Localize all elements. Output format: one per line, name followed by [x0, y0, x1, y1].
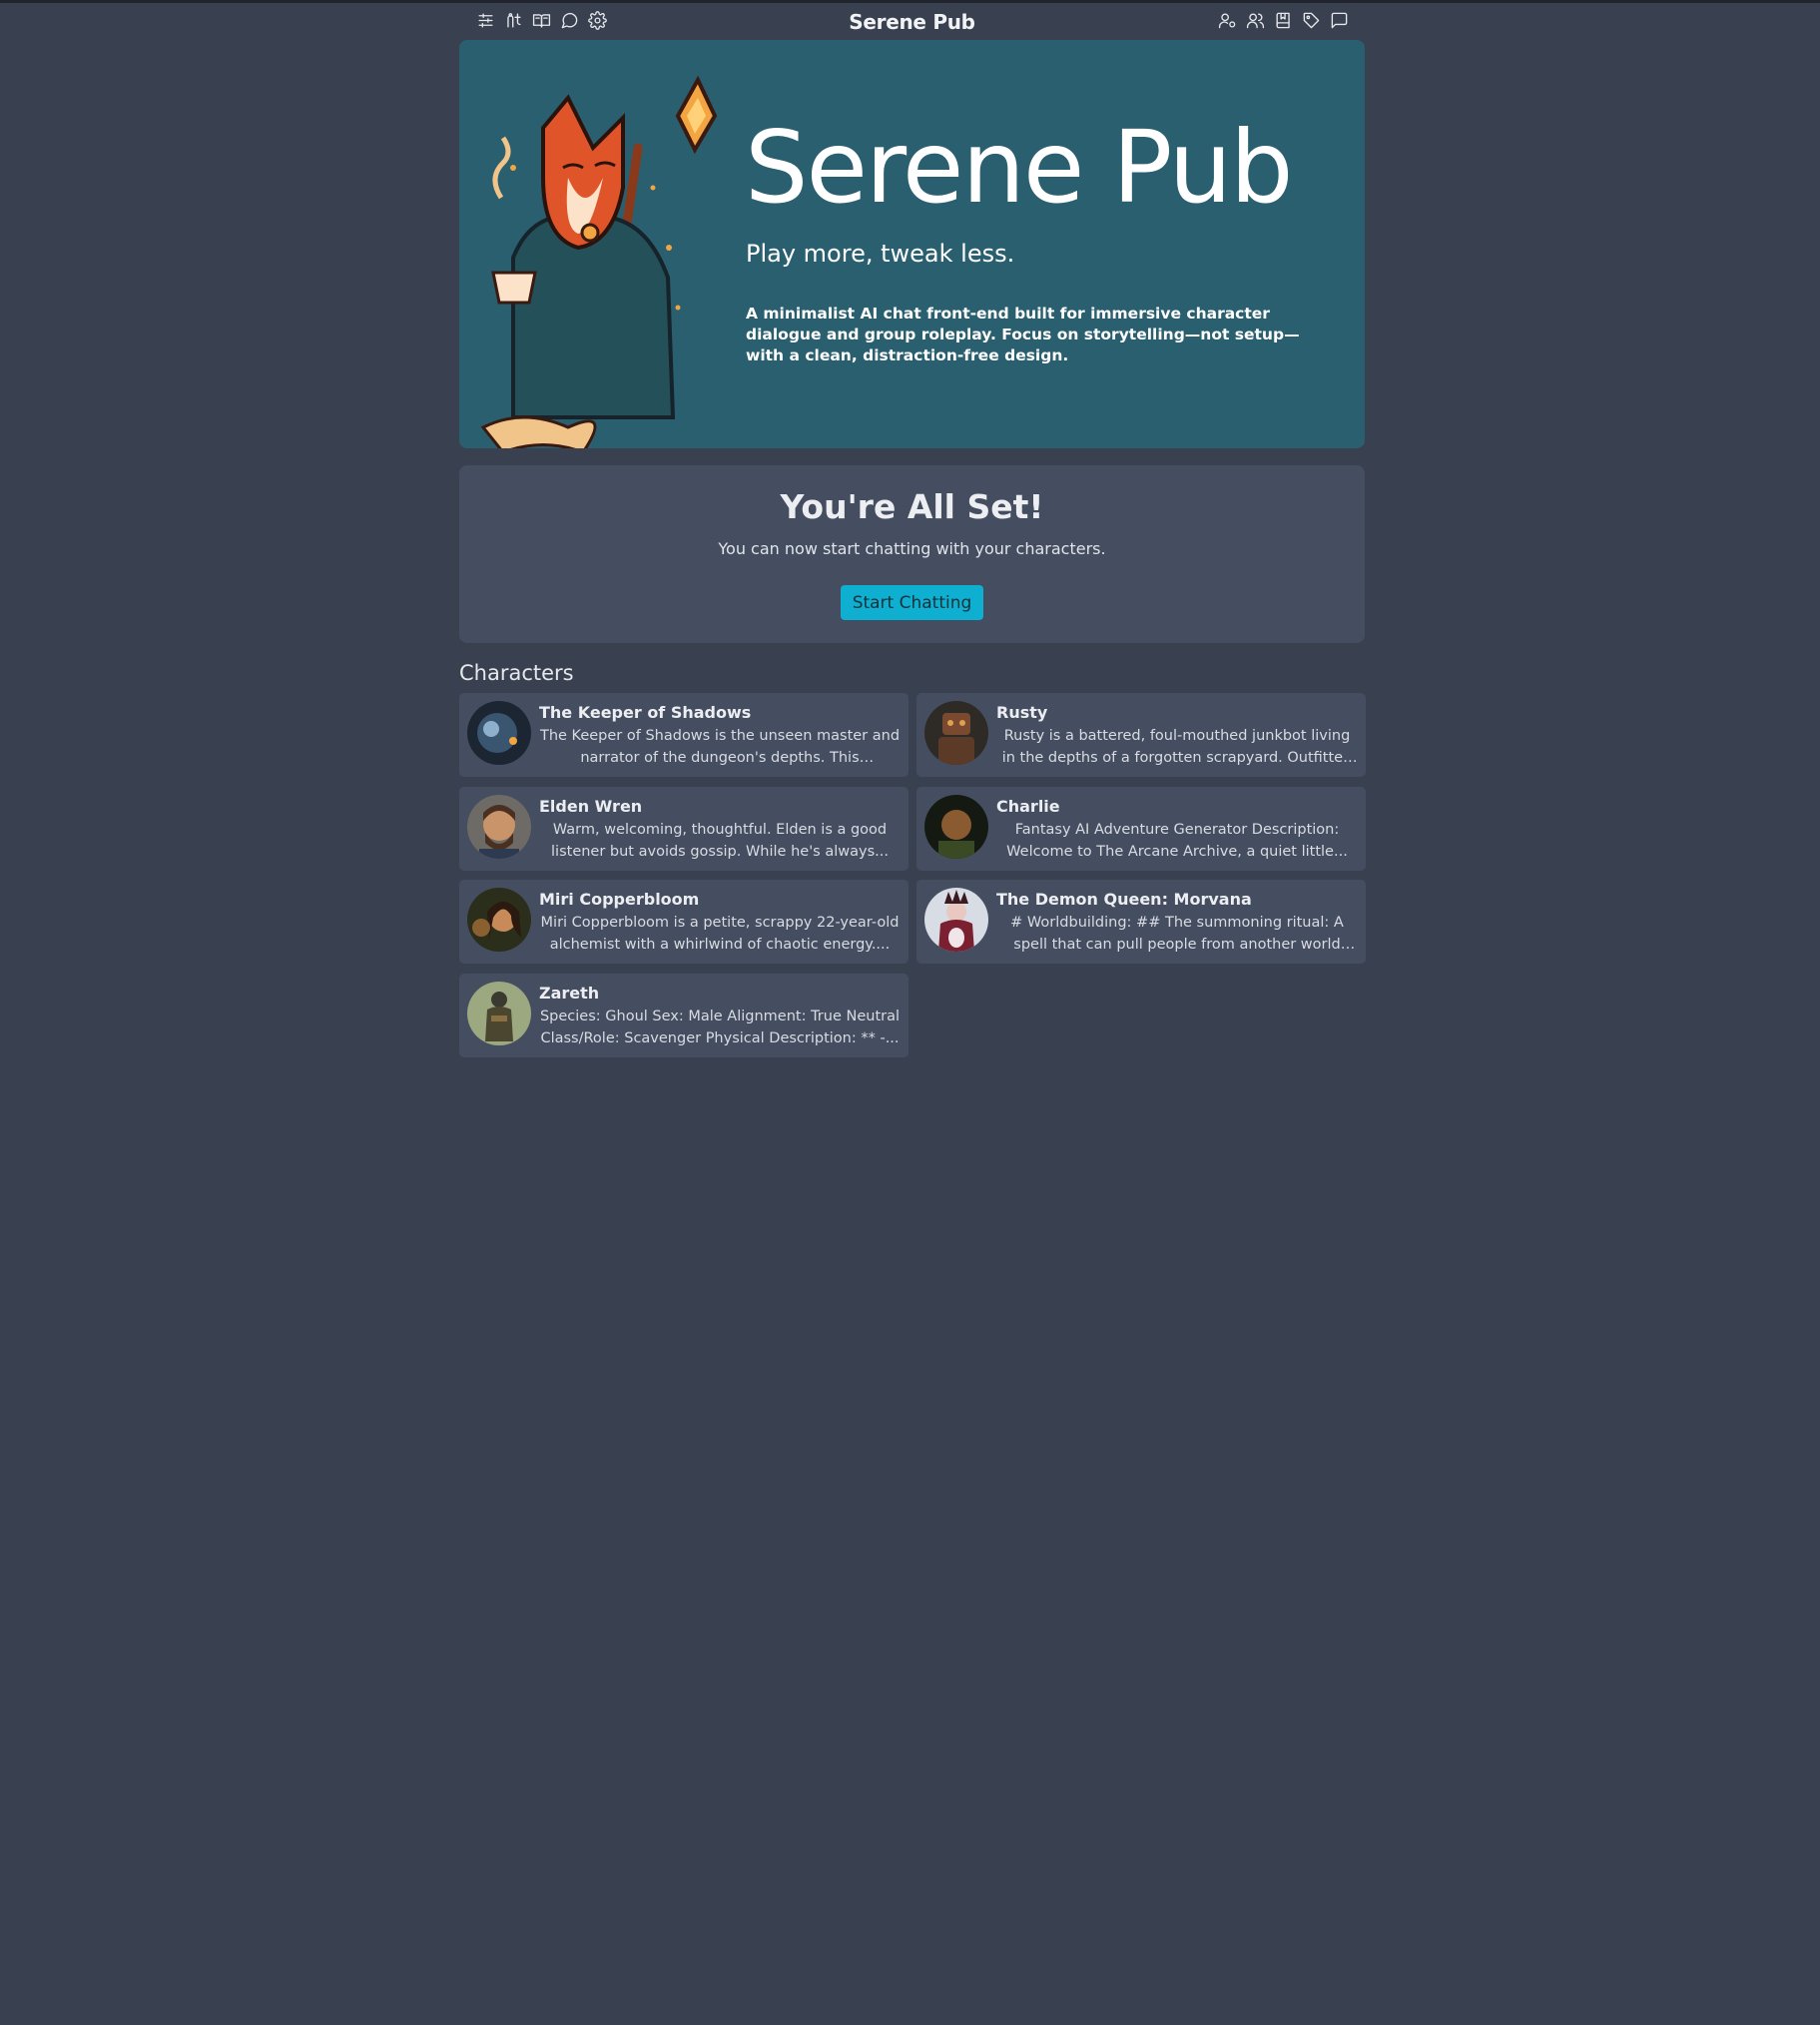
users-icon[interactable]	[1244, 9, 1266, 31]
character-name: Elden Wren	[539, 797, 643, 816]
character-description: # Worldbuilding: ## The summoning ritual…	[1010, 915, 1344, 953]
book-bookmark-icon[interactable]	[1272, 9, 1294, 31]
setup-heading: You're All Set!	[780, 487, 1044, 526]
character-name: Rusty	[996, 703, 1048, 722]
character-description: The Keeper of Shadows is the unseen mast…	[539, 728, 901, 766]
avatar	[924, 888, 988, 952]
setup-message: You can now start chatting with your cha…	[718, 539, 1106, 558]
start-chatting-button[interactable]: Start Chatting	[841, 585, 983, 620]
character-card[interactable]: Rusty Rusty is a battered, foul-mouthed …	[916, 693, 1366, 777]
character-description: Miri Copperbloom is a petite, scrappy 22…	[540, 915, 900, 953]
characters-heading: Characters	[459, 661, 574, 685]
character-name: The Keeper of Shadows	[539, 703, 752, 722]
avatar	[924, 795, 988, 859]
hero-description: A minimalist AI chat front-end built for…	[746, 305, 1300, 364]
character-card[interactable]: The Demon Queen: Morvana # Worldbuilding…	[916, 880, 1366, 964]
hero-banner: Serene Pub Play more, tweak less. A mini…	[459, 40, 1365, 448]
character-card[interactable]: Miri Copperbloom Miri Copperbloom is a p…	[459, 880, 909, 964]
avatar	[467, 701, 531, 765]
character-description: Species: Ghoul Sex: Male Alignment: True…	[539, 1009, 901, 1046]
tag-icon[interactable]	[1300, 9, 1322, 31]
character-name: The Demon Queen: Morvana	[996, 890, 1252, 909]
message-square-icon[interactable]	[1328, 9, 1350, 31]
avatar	[467, 982, 531, 1045]
character-card[interactable]: Charlie Fantasy AI Adventure Generator D…	[916, 787, 1366, 871]
avatar	[924, 701, 988, 765]
avatar	[467, 888, 531, 952]
avatar	[467, 795, 531, 859]
character-description: Warm, welcoming, thoughtful. Elden is a …	[551, 822, 889, 860]
fox-wizard-mascot	[480, 75, 718, 448]
character-card[interactable]: The Keeper of Shadows The Keeper of Shad…	[459, 693, 909, 777]
user-icon[interactable]	[1216, 9, 1238, 31]
character-description: Rusty is a battered, foul-mouthed junkbo…	[1001, 728, 1353, 766]
right-nav-icons	[1216, 9, 1350, 31]
hero-tagline: Play more, tweak less.	[746, 240, 1015, 268]
character-card[interactable]: Zareth Species: Ghoul Sex: Male Alignmen…	[459, 974, 909, 1057]
character-name: Miri Copperbloom	[539, 890, 700, 909]
character-name: Zareth	[539, 984, 600, 1003]
top-nav: Serene Pub	[459, 3, 1365, 39]
hero-title: Serene Pub	[745, 109, 1294, 226]
character-description: Fantasy AI Adventure Generator Descripti…	[1006, 822, 1348, 860]
character-card[interactable]: Elden Wren Warm, welcoming, thoughtful. …	[459, 787, 909, 871]
setup-complete-card: You're All Set! You can now start chatti…	[459, 465, 1365, 643]
character-name: Charlie	[996, 797, 1060, 816]
